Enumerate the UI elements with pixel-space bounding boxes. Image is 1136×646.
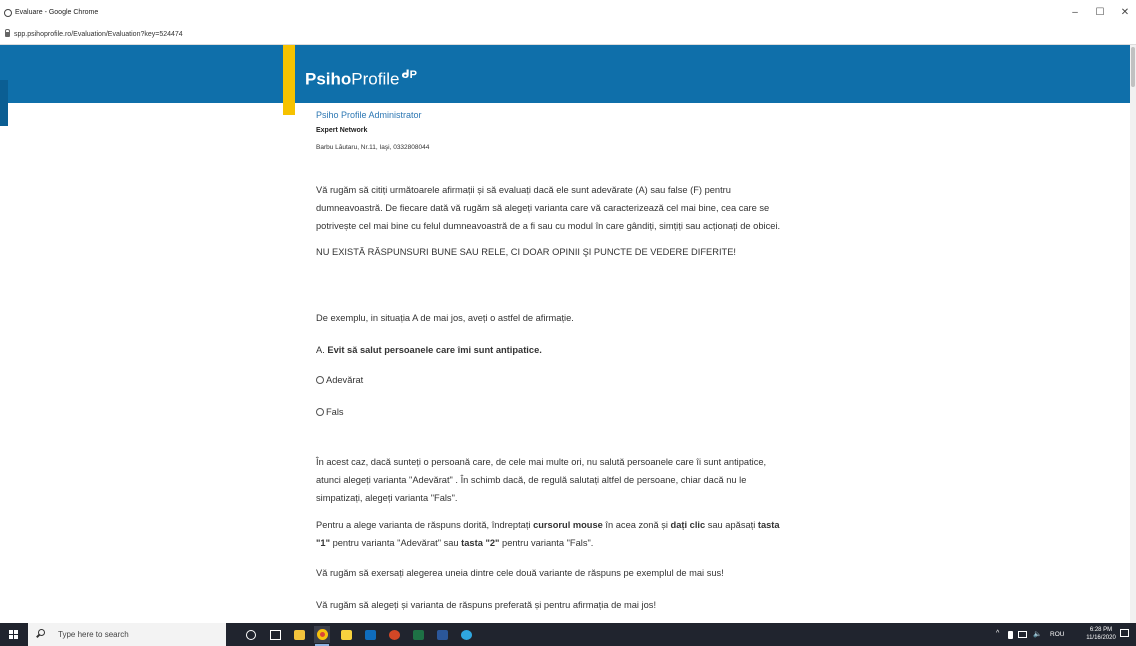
logo-regular-text: Profile — [351, 69, 400, 89]
start-button[interactable] — [0, 623, 26, 646]
window-title: Evaluare - Google Chrome — [15, 9, 99, 16]
howto-bold-cursor: cursorul mouse — [533, 520, 603, 530]
howto-line-2: "1" pentru varianta "Adevărat" sau tasta… — [316, 534, 780, 552]
language-indicator[interactable]: ROU — [1050, 631, 1064, 638]
option-true-radio[interactable]: Adevărat — [316, 375, 363, 385]
file-explorer-icon[interactable] — [291, 626, 307, 643]
search-icon — [38, 629, 45, 636]
psihoprofile-logo: PsihoProfile ᑯP — [305, 65, 417, 90]
browser-icon[interactable] — [458, 626, 474, 643]
explain-line-1: În acest caz, dacă sunteți o persoană ca… — [316, 457, 767, 467]
example-statement: Evit să salut persoanele care îmi sunt a… — [327, 345, 542, 355]
radio-circle-icon[interactable] — [316, 408, 324, 416]
choose-text: Vă rugăm să alegeți și varianta de răspu… — [316, 600, 657, 610]
howto-line-1: Pentru a alege varianta de răspuns dorit… — [316, 516, 780, 534]
howto-bold-click: dați clic — [670, 520, 706, 530]
sticky-notes-icon[interactable] — [338, 626, 354, 643]
windows-icon — [9, 630, 18, 639]
chrome-icon[interactable] — [314, 626, 330, 646]
excel-icon[interactable] — [410, 626, 426, 643]
intro-line-3: potrivește cel mai bine cu felul dumneav… — [316, 221, 781, 231]
howto-bold-key2: tasta "2" — [461, 538, 500, 548]
admin-name: Psiho Profile Administrator — [316, 110, 422, 120]
intro-line-1: Vă rugăm să citiți următoarele afirmații… — [316, 185, 731, 195]
system-clock[interactable]: 6:28 PM 11/16/2020 — [1086, 626, 1116, 642]
volume-icon[interactable]: 🔈 — [1033, 630, 1042, 638]
howto-text: Pentru a alege varianta de răspuns dorit… — [316, 520, 534, 530]
notice-text: NU EXISTĂ RĂSPUNSURI BUNE SAU RELE, CI D… — [316, 247, 736, 257]
network-icon[interactable] — [1018, 631, 1027, 638]
scrollbar-thumb[interactable] — [1131, 47, 1135, 87]
scrollbar[interactable] — [1130, 45, 1136, 623]
option-false-label[interactable]: Fals — [326, 407, 344, 417]
network-name: Expert Network — [316, 127, 368, 134]
cortana-icon[interactable] — [243, 626, 259, 643]
task-view-icon[interactable] — [267, 626, 283, 643]
howto-text: pentru varianta "Adevărat" sau — [330, 538, 462, 548]
howto-text: sau apăsați — [705, 520, 758, 530]
chrome-icon — [4, 9, 12, 17]
page-viewport: PsihoProfile ᑯP Psiho Profile Administrat… — [0, 45, 1136, 623]
intro-line-2: dumneavoastră. De fiecare dată vă rugăm … — [316, 203, 770, 213]
minimize-button[interactable]: – — [1066, 8, 1084, 18]
clock-date: 11/16/2020 — [1086, 635, 1116, 641]
explain-line-3: simpatizați, alegeți varianta "Fals". — [316, 493, 458, 503]
logo-accent-bar — [283, 45, 295, 115]
mic-icon[interactable] — [1008, 631, 1013, 639]
tray-caret-icon[interactable]: ^ — [996, 630, 999, 637]
howto-text: în acea zonă și — [602, 520, 671, 530]
logo-bold-text: Psiho — [305, 69, 352, 89]
howto-text: pentru varianta "Fals". — [499, 538, 594, 548]
notification-icon[interactable] — [1120, 629, 1129, 637]
contact-address: Barbu Lăutaru, Nr.11, Iaşi, 0332808044 — [316, 144, 430, 151]
practice-text: Vă rugăm să exersați alegerea uneia dint… — [316, 568, 724, 578]
radio-circle-icon[interactable] — [316, 376, 324, 384]
clock-time: 6:28 PM — [1089, 627, 1113, 633]
explain-line-2: atunci alegeți varianta "Adevărat" . În … — [316, 475, 747, 485]
banner-left-accent — [0, 80, 8, 126]
powerpoint-icon[interactable] — [386, 626, 402, 643]
explanation-paragraph: În acest caz, dacă sunteți o persoană ca… — [316, 453, 766, 507]
option-true-label[interactable]: Adevărat — [326, 375, 363, 385]
search-placeholder[interactable]: Type here to search — [58, 630, 129, 639]
address-bar[interactable]: spp.psihoprofile.ro/Evaluation/Evaluatio… — [0, 28, 1136, 45]
maximize-button[interactable]: ☐ — [1091, 8, 1109, 18]
header-banner — [0, 45, 1130, 103]
outlook-icon[interactable] — [362, 626, 378, 643]
window-title-bar: Evaluare - Google Chrome – ☐ ✕ — [0, 0, 1136, 29]
example-prefix: A. — [316, 345, 325, 355]
option-false-radio[interactable]: Fals — [316, 407, 344, 417]
close-button[interactable]: ✕ — [1116, 8, 1134, 18]
howto-bold-key: tasta — [757, 520, 780, 530]
taskbar-search[interactable]: Type here to search — [28, 623, 226, 646]
example-statement-line: A. Evit să salut persoanele care îmi sun… — [316, 341, 542, 359]
url-text[interactable]: spp.psihoprofile.ro/Evaluation/Evaluatio… — [14, 31, 183, 38]
intro-paragraph: Vă rugăm să citiți următoarele afirmații… — [316, 181, 780, 235]
word-icon[interactable] — [434, 626, 450, 643]
lock-icon — [5, 29, 10, 37]
logo-mark-icon: ᑯP — [401, 69, 417, 81]
howto-paragraph: Pentru a alege varianta de răspuns dorit… — [316, 516, 780, 552]
taskbar: Type here to search ^ 🔈 ROU 6:28 PM 11/1… — [0, 623, 1136, 646]
howto-bold-key1: "1" — [316, 538, 330, 548]
example-intro: De exemplu, in situația A de mai jos, av… — [316, 313, 574, 323]
